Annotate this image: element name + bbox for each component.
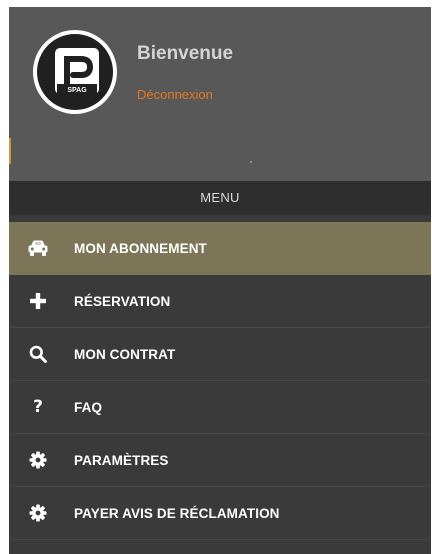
logout-link[interactable]: Déconnexion — [137, 87, 213, 102]
menu-item-faq[interactable]: ? FAQ — [9, 381, 431, 434]
header-accent-marker — [9, 138, 11, 164]
car-icon — [27, 237, 49, 259]
drawer-header: SPAG Bienvenue Déconnexion — [9, 7, 431, 181]
menu-item-reservation[interactable]: RÉSERVATION — [9, 275, 431, 328]
menu-title: MENU — [9, 181, 431, 215]
menu-item-label: MON CONTRAT — [74, 346, 176, 362]
menu-item-parametres[interactable]: PARAMÈTRES — [9, 434, 431, 487]
menu-item-label: MON ABONNEMENT — [74, 240, 207, 256]
question-icon: ? — [33, 397, 43, 417]
menu-item-payer-avis-de-reclamation[interactable]: PAYER AVIS DE RÉCLAMATION — [9, 487, 431, 540]
menu-item-label: RÉSERVATION — [74, 293, 171, 309]
avatar: SPAG — [33, 30, 117, 114]
logo-text: SPAG — [67, 87, 87, 94]
menu-item-label: PAYER AVIS DE RÉCLAMATION — [74, 505, 280, 521]
welcome-text: Bienvenue — [137, 43, 234, 64]
gear-icon — [27, 449, 49, 471]
spag-logo: SPAG — [37, 34, 113, 110]
search-icon — [27, 343, 49, 365]
menu-item-label: PARAMÈTRES — [74, 452, 169, 468]
menu-item-mon-contrat[interactable]: MON CONTRAT — [9, 328, 431, 381]
header-dot — [250, 161, 252, 163]
menu-item-label: FAQ — [74, 399, 103, 415]
menu-list: MON ABONNEMENT RÉSERVATION MON CONTRAT ?… — [9, 222, 431, 540]
navigation-drawer: SPAG Bienvenue Déconnexion MENU MON ABON… — [9, 7, 431, 554]
gear-icon — [27, 502, 49, 524]
plus-icon — [27, 290, 49, 312]
menu-item-mon-abonnement[interactable]: MON ABONNEMENT — [9, 222, 431, 275]
